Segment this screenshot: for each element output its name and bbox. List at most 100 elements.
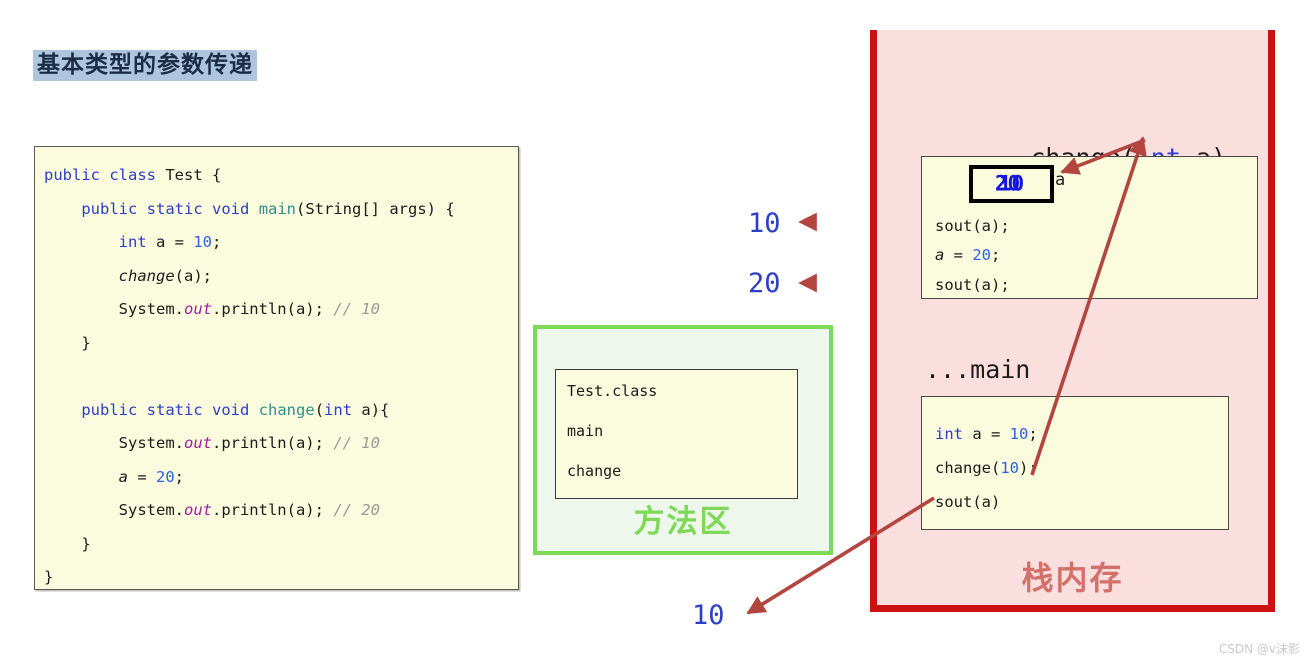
code-token: // 10 (333, 300, 380, 318)
code-token: .println(a); (211, 434, 334, 452)
code-token: out (183, 300, 212, 318)
variable-a-name-label: a (1055, 170, 1066, 190)
code-token: ; (174, 467, 185, 486)
main-frame-title: ...main (925, 355, 1031, 384)
code-token: = (128, 467, 156, 486)
code-line: public static void change(int a){ (44, 394, 518, 428)
code-token: } (44, 333, 91, 352)
slide-canvas: 基本类型的参数传递 public class Test { public sta… (0, 0, 1312, 667)
code-line: } (44, 561, 518, 595)
code-line: int a = 10; (44, 226, 518, 260)
code-token: System. (44, 501, 184, 519)
code-line: change(a); (44, 260, 518, 294)
code-line: a = 20; (44, 461, 518, 495)
code-token: ; (212, 233, 222, 251)
code-token: static (146, 199, 203, 218)
code-token: // 20 (333, 501, 380, 519)
code-token: public (81, 199, 138, 218)
page-title: 基本类型的参数传递 (33, 50, 257, 82)
code-token: a = (963, 425, 1010, 443)
method-area-entry-change: change (567, 462, 622, 480)
code-token: ; (991, 246, 1001, 264)
code-token: int (935, 425, 963, 443)
code-token: 10 (1009, 425, 1029, 443)
code-line: public class Test { (44, 159, 518, 193)
change-stack-frame: 10 20 sout(a); a = 20; sout(a); (921, 156, 1258, 299)
code-token: out (183, 501, 212, 519)
code-token: a){ (352, 400, 390, 419)
code-token: class (109, 166, 157, 184)
code-token: ; (1028, 425, 1038, 443)
code-token: a (118, 467, 128, 486)
code-token: (String[] args) { (296, 199, 455, 218)
code-line: public static void main(String[] args) { (44, 193, 518, 227)
code-token: } (44, 534, 91, 553)
main-frame-line-1: int a = 10; (922, 425, 1038, 443)
code-token: // 10 (333, 434, 380, 452)
method-area-entry-main: main (567, 422, 604, 440)
callout-value-second-print: 20 (748, 268, 781, 299)
code-token: a = (146, 233, 194, 251)
code-token: 20 (972, 246, 992, 264)
code-token: sout(a); (935, 217, 1010, 235)
code-token: Test { (156, 166, 222, 184)
code-token: } (44, 568, 54, 586)
code-token: change( (935, 459, 1001, 477)
change-frame-line-1: sout(a); (922, 217, 1010, 235)
change-frame-line-2: a = 20; (922, 246, 1000, 264)
callout-value-first-print: 10 (748, 208, 781, 239)
code-token: change (118, 266, 175, 285)
code-token: 10 (1000, 459, 1019, 477)
code-token: static (146, 400, 203, 419)
stack-memory-label: 栈内存 (1021, 559, 1124, 597)
method-area-class-box: Test.class main change (555, 369, 798, 499)
main-frame-line-2: change(10); (922, 459, 1038, 477)
code-token: 10 (193, 233, 212, 251)
code-line: System.out.println(a); // 20 (44, 494, 518, 528)
code-token: public (44, 166, 100, 184)
code-token: = (944, 246, 973, 264)
code-token: .println(a); (211, 300, 334, 318)
callout-value-main-print: 10 (692, 600, 725, 631)
code-token: int (118, 233, 147, 251)
code-line: } (44, 528, 518, 562)
watermark: CSDN @v沫影 (1218, 642, 1300, 656)
code-token: ); (1019, 459, 1038, 477)
code-token: void (212, 400, 250, 419)
code-token: ( (314, 400, 325, 419)
code-token: sout(a) (935, 493, 1001, 511)
code-token: 20 (156, 467, 175, 486)
code-token: int (324, 400, 353, 419)
method-area-label: 方法区 (633, 504, 733, 540)
code-token: sout(a); (935, 276, 1010, 294)
change-frame-line-3: sout(a); (922, 276, 1010, 294)
code-token: main (258, 199, 297, 218)
variable-a-new-value: 20 (994, 171, 1021, 196)
main-frame-line-3: sout(a) (922, 493, 1000, 511)
code-token: void (212, 199, 250, 218)
java-source-panel: public class Test { public static void m… (34, 146, 519, 590)
method-area-region: Test.class main change 方法区 (533, 325, 833, 555)
code-token: change (258, 400, 315, 419)
java-source-code: public class Test { public static void m… (35, 147, 518, 595)
main-stack-frame: int a = 10; change(10); sout(a) (921, 396, 1229, 530)
code-line: System.out.println(a); // 10 (44, 293, 518, 327)
method-area-entry-class: Test.class (567, 382, 658, 400)
code-token: System. (44, 434, 184, 452)
code-token: (a); (174, 266, 212, 285)
code-line: System.out.println(a); // 10 (44, 427, 518, 461)
code-line: } (44, 327, 518, 361)
